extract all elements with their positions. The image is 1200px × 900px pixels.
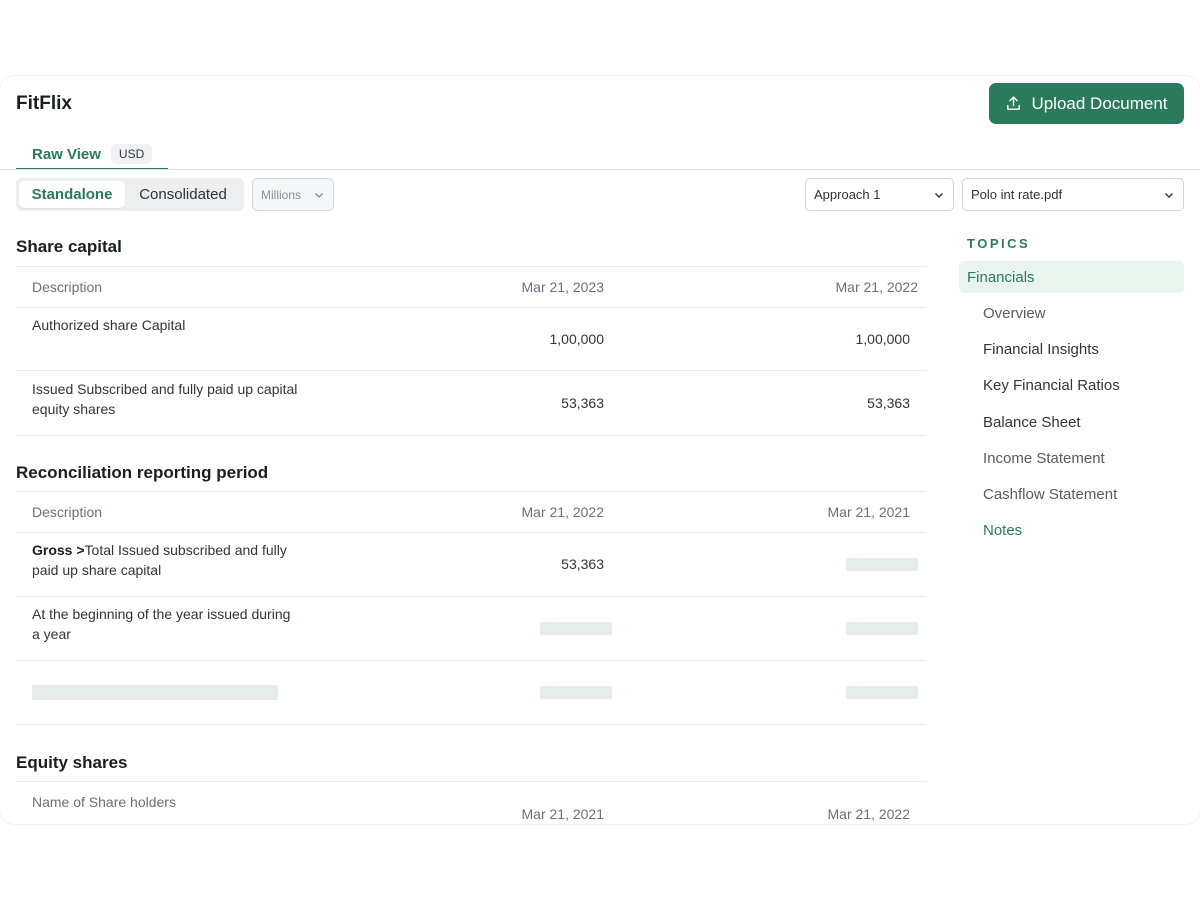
loading-placeholder [846, 558, 918, 571]
tab-raw-view[interactable]: Raw View USD [16, 140, 169, 170]
topics-heading: TOPICS [967, 236, 1031, 251]
approach-select[interactable]: Approach 1 [805, 178, 954, 211]
row-value: 1,00,000 [855, 331, 911, 347]
consolidated-toggle[interactable]: Consolidated [125, 181, 241, 208]
divider [16, 307, 926, 308]
upload-icon [1007, 96, 1021, 110]
units-value: Millions [261, 187, 302, 202]
loading-placeholder [540, 686, 612, 699]
topic-item-notes[interactable]: Notes [983, 522, 1022, 539]
row-description: Gross >Total Issued subscribed and fully… [32, 540, 302, 580]
column-header-date-1: Mar 21, 2022 [521, 504, 605, 520]
chevron-down-icon [1165, 192, 1173, 198]
loading-placeholder [540, 622, 612, 635]
currency-badge: USD [110, 144, 153, 164]
view-tabs: Raw View USD [16, 140, 169, 170]
column-header-description: Description [32, 279, 103, 295]
reconciliation-title: Reconciliation reporting period [16, 463, 269, 482]
divider [16, 435, 926, 436]
column-header-date-2: Mar 21, 2021 [827, 504, 911, 520]
column-header-date-1: Mar 21, 2023 [521, 279, 605, 295]
topic-item-financials[interactable]: Financials [959, 261, 1184, 293]
divider [16, 781, 926, 782]
column-header-date-2: Mar 21, 2022 [827, 806, 911, 822]
document-value: Polo int rate.pdf [971, 187, 1063, 202]
row-description: At the beginning of the year issued duri… [32, 606, 291, 642]
row-value: 53,363 [561, 556, 604, 572]
loading-placeholder [846, 686, 918, 699]
divider [16, 532, 926, 533]
topic-item-income-statement[interactable]: Income Statement [983, 450, 1105, 467]
column-header-date-1: Mar 21, 2021 [521, 806, 605, 822]
divider [16, 724, 926, 725]
chevron-down-icon [315, 192, 323, 198]
row-value: 1,00,000 [549, 331, 605, 347]
standalone-toggle[interactable]: Standalone [19, 181, 125, 208]
column-header-shareholder: Name of Share holders [32, 794, 176, 810]
column-header-description: Description [32, 504, 103, 520]
upload-document-button[interactable]: Upload Document [989, 83, 1184, 124]
column-header-date-2: Mar 21, 2022 [835, 279, 919, 295]
divider [16, 370, 926, 371]
row-description-prefix: Gross > [32, 542, 85, 558]
units-select[interactable]: Millions [252, 178, 334, 211]
topic-item-financial-insights[interactable]: Financial Insights [983, 341, 1099, 358]
approach-value: Approach 1 [814, 187, 881, 202]
upload-label: Upload Document [1031, 93, 1168, 113]
topic-item-cashflow-statement[interactable]: Cashflow Statement [983, 486, 1117, 503]
tabs-divider [0, 169, 1200, 170]
row-description: Issued Subscribed and fully paid up capi… [32, 381, 298, 417]
main-card: FitFlix Upload Document Raw View USD Sta… [0, 76, 1200, 824]
divider [16, 660, 926, 661]
divider [16, 266, 926, 267]
row-description: Authorized share Capital [32, 317, 186, 333]
row-value: 53,363 [561, 395, 604, 411]
share-capital-title: Share capital [16, 237, 122, 256]
topic-item-balance-sheet[interactable]: Balance Sheet [983, 414, 1081, 431]
loading-placeholder [846, 622, 918, 635]
row-value: 53,363 [867, 395, 910, 411]
page-title: FitFlix [16, 93, 72, 114]
document-select[interactable]: Polo int rate.pdf [962, 178, 1184, 211]
loading-placeholder [32, 685, 278, 700]
chevron-down-icon [935, 192, 943, 198]
topic-item-key-financial-ratios[interactable]: Key Financial Ratios [983, 377, 1120, 394]
topic-item-overview[interactable]: Overview [983, 305, 1046, 322]
divider [16, 596, 926, 597]
tab-raw-view-label: Raw View [32, 145, 101, 163]
divider [16, 491, 926, 492]
standalone-consolidated-toggle: Standalone Consolidated [16, 178, 244, 211]
equity-shares-title: Equity shares [16, 753, 128, 772]
